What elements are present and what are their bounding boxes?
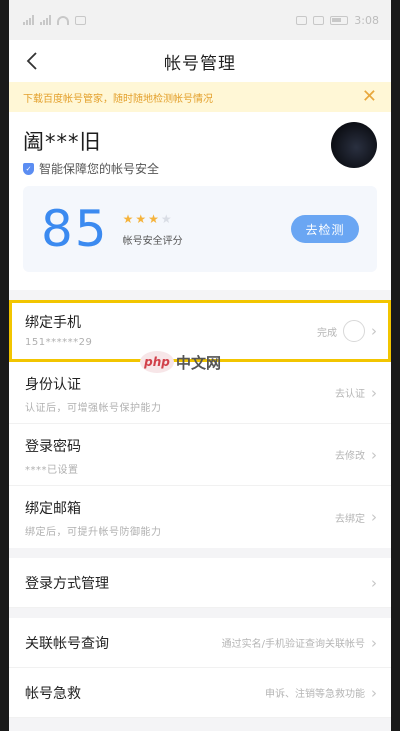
divider — [9, 548, 391, 558]
item-subtitle: 认证后，可增强帐号保护能力 — [25, 403, 162, 414]
close-icon[interactable]: ✕ — [362, 88, 377, 106]
wifi-icon — [57, 15, 69, 25]
score-section: 85 ★ ★ ★ ★ 帐号安全评分 去检测 — [9, 176, 391, 290]
security-list: 绑定手机 151******29 完成 › 身份认证 认证后，可增强帐号保护能力… — [9, 300, 391, 548]
signal-icon — [23, 15, 34, 25]
watermark: php 中文网 — [140, 351, 221, 373]
page-title: 帐号管理 — [164, 53, 236, 74]
security-tagline: ✓ 智能保障您的帐号安全 — [23, 160, 375, 177]
chevron-right-icon: › — [371, 573, 377, 592]
nav-bar: 帐号管理 — [9, 40, 391, 82]
list-item-account-rescue[interactable]: 帐号急救 申诉、注销等急救功能 › — [9, 668, 391, 718]
divider — [9, 608, 391, 618]
status-bar: 3:08 — [9, 0, 391, 40]
chevron-right-icon: › — [371, 683, 377, 702]
item-action-label: 去认证 — [335, 389, 365, 400]
chevron-right-icon: › — [371, 322, 377, 340]
score-label: 帐号安全评分 — [122, 235, 183, 247]
list-item-password[interactable]: 登录密码 ****已设置 去修改 › — [9, 424, 391, 486]
item-title: 登录密码 — [25, 439, 81, 455]
item-title: 登录方式管理 — [25, 575, 109, 592]
list-item-email[interactable]: 绑定邮箱 绑定后，可提升帐号防御能力 去绑定 › — [9, 486, 391, 548]
nfc-icon — [296, 15, 308, 25]
item-subtitle: 绑定后，可提升帐号防御能力 — [25, 527, 162, 538]
back-button[interactable] — [21, 50, 43, 72]
chevron-right-icon: › — [371, 508, 377, 526]
item-action: 通过实名/手机验证查询关联帐号 › — [222, 634, 377, 652]
detect-button[interactable]: 去检测 — [291, 215, 359, 243]
phone-screen: 3:08 帐号管理 下载百度帐号管家，随时随地检测帐号情况 ✕ 阖***旧 ✓ … — [9, 0, 391, 731]
tagline-text: 智能保障您的帐号安全 — [39, 162, 160, 176]
item-action: 去认证 › — [335, 362, 377, 423]
watermark-logo: php — [140, 351, 174, 373]
chevron-right-icon: › — [371, 383, 377, 402]
item-title: 关联帐号查询 — [25, 635, 109, 652]
list-item-linked-accounts[interactable]: 关联帐号查询 通过实名/手机验证查询关联帐号 › — [9, 618, 391, 668]
vibrate-icon — [313, 15, 325, 25]
star-filled-icon: ★ — [135, 211, 147, 226]
item-subtitle: ****已设置 — [25, 465, 79, 476]
item-action-label: 去修改 — [335, 451, 365, 462]
status-time: 3:08 — [354, 13, 379, 27]
item-hint: 申诉、注销等急救功能 — [265, 689, 365, 700]
item-title: 帐号急救 — [25, 685, 81, 702]
avatar[interactable] — [331, 122, 377, 168]
security-score: 85 — [41, 200, 109, 258]
status-left — [23, 15, 86, 25]
divider — [9, 290, 391, 300]
item-action: 去修改 › — [335, 424, 377, 485]
item-title: 绑定邮箱 — [25, 501, 81, 517]
star-empty-icon: ★ — [160, 211, 172, 226]
item-action-label: 去绑定 — [335, 513, 365, 525]
item-action: 去绑定 › — [335, 486, 377, 548]
shield-icon: ✓ — [23, 162, 34, 175]
signal-icon-2 — [40, 15, 51, 25]
notification-icon — [75, 15, 86, 25]
promo-banner[interactable]: 下载百度帐号管家，随时随地检测帐号情况 ✕ — [9, 82, 391, 112]
score-card: 85 ★ ★ ★ ★ 帐号安全评分 去检测 — [23, 186, 377, 272]
star-filled-icon: ★ — [122, 211, 134, 226]
star-filled-icon: ★ — [148, 211, 159, 226]
battery-icon — [330, 15, 349, 25]
username: 阖***旧 — [23, 130, 102, 154]
item-action: › — [371, 574, 377, 592]
item-title: 身份认证 — [25, 377, 81, 393]
profile-header: 阖***旧 ✓ 智能保障您的帐号安全 — [9, 112, 391, 176]
item-hint: 通过实名/手机验证查询关联帐号 — [221, 639, 365, 650]
star-rating: ★ ★ ★ ★ — [123, 212, 183, 226]
score-info: ★ ★ ★ ★ 帐号安全评分 — [123, 212, 183, 247]
watermark-text: 中文网 — [176, 353, 222, 372]
touch-indicator — [343, 320, 365, 342]
list-item-login-methods[interactable]: 登录方式管理 › — [9, 558, 391, 608]
chevron-right-icon: › — [371, 633, 377, 652]
banner-text[interactable]: 下载百度帐号管家，随时随地检测帐号情况 — [23, 90, 213, 105]
chevron-right-icon: › — [371, 445, 377, 464]
item-action-label: 完成 — [317, 327, 337, 339]
item-action: 申诉、注销等急救功能 › — [265, 684, 377, 702]
item-action: 完成 › — [317, 303, 377, 359]
status-right: 3:08 — [296, 14, 379, 27]
chevron-left-icon — [26, 52, 37, 70]
